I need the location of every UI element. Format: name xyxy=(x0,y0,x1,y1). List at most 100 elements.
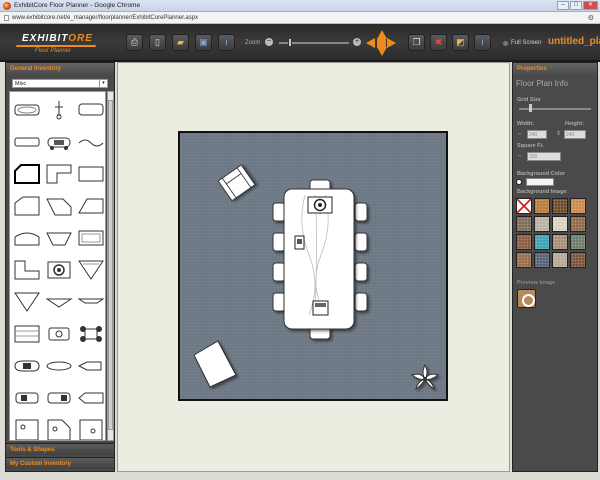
background-tile[interactable] xyxy=(552,252,568,268)
pan-down-arrow-icon[interactable] xyxy=(377,47,387,56)
inventory-item-curved-desk[interactable] xyxy=(12,223,42,253)
inventory-item-booth-corner[interactable] xyxy=(12,159,42,189)
background-tile[interactable] xyxy=(570,234,586,250)
tools-shapes-section[interactable]: Tools & Shapes xyxy=(6,443,114,455)
design-canvas[interactable] xyxy=(117,62,510,472)
chevron-down-icon[interactable]: ▾ xyxy=(99,80,107,87)
print-button[interactable]: ⎙ xyxy=(126,34,143,51)
background-tile[interactable] xyxy=(516,234,532,250)
inventory-item-angled-counter[interactable] xyxy=(44,191,74,221)
inventory-item-boat[interactable] xyxy=(76,383,105,413)
inventory-item-slim-wedge[interactable] xyxy=(76,287,105,317)
inventory-item-wedge[interactable] xyxy=(76,255,105,285)
inventory-item-suv[interactable] xyxy=(12,383,42,413)
inventory-item-atv[interactable] xyxy=(76,319,105,349)
full-screen-icon[interactable] xyxy=(503,41,508,46)
armchair[interactable] xyxy=(217,164,256,202)
url-text[interactable]: www.exhibitcore.net/e_manager/floorplann… xyxy=(12,15,198,21)
background-tile[interactable] xyxy=(552,216,568,232)
inventory-item-bench[interactable] xyxy=(12,127,42,157)
background-tile[interactable] xyxy=(534,252,550,268)
scrollbar-thumb[interactable] xyxy=(108,100,113,430)
full-screen-label[interactable]: Full Screen xyxy=(511,40,541,46)
inventory-item-rope[interactable] xyxy=(76,127,105,157)
inventory-item-chevron-counter[interactable] xyxy=(44,223,74,253)
square-ft-input[interactable]: 320 xyxy=(527,152,561,161)
close-button[interactable]: ✕ xyxy=(583,1,598,10)
background-tile[interactable] xyxy=(570,252,586,268)
zoom-in-button[interactable]: + xyxy=(353,38,361,46)
inventory-scrollbar[interactable] xyxy=(107,91,114,441)
background-tile[interactable] xyxy=(570,216,586,232)
properties-header[interactable]: Properties xyxy=(513,63,597,74)
inventory-item-booth-l[interactable] xyxy=(44,159,74,189)
inventory-item-pickup[interactable] xyxy=(44,383,74,413)
inventory-item-booth-island[interactable] xyxy=(76,415,105,440)
background-color-swatch[interactable] xyxy=(526,178,554,186)
category-select[interactable]: Misc ▾ xyxy=(12,79,108,88)
info-button[interactable]: i xyxy=(474,34,491,51)
delete-button[interactable]: ✖ xyxy=(430,34,447,51)
pan-up-arrow-icon[interactable] xyxy=(377,30,387,39)
preview-image-button[interactable] xyxy=(517,289,536,308)
inventory-item-car[interactable] xyxy=(44,127,74,157)
reception-desk[interactable] xyxy=(193,340,237,388)
pan-left-arrow-icon[interactable] xyxy=(366,38,375,48)
inventory-item-tray[interactable] xyxy=(76,223,105,253)
inventory-item-l-shape[interactable] xyxy=(12,255,42,285)
height-input[interactable]: 240 xyxy=(564,130,586,139)
cart-icon xyxy=(48,327,70,341)
help-button[interactable]: i xyxy=(218,34,235,51)
grid-size-slider-thumb[interactable] xyxy=(529,104,532,112)
info-icon: i xyxy=(481,37,484,47)
open-button[interactable]: ▰ xyxy=(172,34,189,51)
inventory-item-triangle[interactable] xyxy=(12,287,42,317)
minimize-button[interactable]: – xyxy=(557,1,569,10)
general-inventory-header[interactable]: General Inventory xyxy=(6,63,114,74)
inventory-item-cabinet[interactable] xyxy=(12,319,42,349)
background-tile[interactable] xyxy=(516,252,532,268)
inventory-item-cart[interactable] xyxy=(44,319,74,349)
inventory-item-trapezoid[interactable] xyxy=(76,191,105,221)
save-button[interactable]: ▣ xyxy=(195,34,212,51)
no-background-tile[interactable] xyxy=(516,198,532,214)
potted-plant[interactable] xyxy=(410,363,440,391)
inventory-item-panel[interactable] xyxy=(76,159,105,189)
background-tile[interactable] xyxy=(516,216,532,232)
pan-right-arrow-icon[interactable] xyxy=(387,38,396,48)
copy-button[interactable]: ❐ xyxy=(408,34,425,51)
pan-center-icon[interactable] xyxy=(377,39,386,48)
inventory-item-booth-angled[interactable] xyxy=(44,415,74,440)
new-button[interactable]: ▯ xyxy=(149,34,166,51)
layers-button[interactable]: ◩ xyxy=(452,34,469,51)
inventory-item-sports-car[interactable] xyxy=(12,351,42,381)
inventory-item-diamond-counter[interactable] xyxy=(44,287,74,317)
background-tile[interactable] xyxy=(552,234,568,250)
inventory-item-faucet[interactable] xyxy=(44,95,74,125)
width-input[interactable]: 240 xyxy=(527,130,547,139)
inventory-item-angled-wall[interactable] xyxy=(12,191,42,221)
background-tile[interactable] xyxy=(534,216,550,232)
inventory-item-dining-set[interactable] xyxy=(44,255,74,285)
inventory-item-booth-10x10[interactable] xyxy=(12,415,42,440)
maximize-button[interactable]: □ xyxy=(570,1,582,10)
zoom-slider-thumb[interactable] xyxy=(288,38,292,47)
inventory-item-bathtub[interactable] xyxy=(12,95,42,125)
zoom-out-button[interactable]: − xyxy=(265,38,273,46)
tray-icon xyxy=(78,230,104,246)
address-bar[interactable]: www.exhibitcore.net/e_manager/floorplann… xyxy=(0,12,600,24)
background-color-radio[interactable] xyxy=(516,179,522,185)
floor-plan[interactable] xyxy=(178,131,448,401)
background-tile[interactable] xyxy=(534,234,550,250)
inventory-item-motorcycle[interactable] xyxy=(44,351,74,381)
angled-counter-icon xyxy=(46,198,72,216)
background-tile[interactable] xyxy=(534,198,550,214)
inventory-item-counter[interactable] xyxy=(76,95,105,125)
background-tile[interactable] xyxy=(552,198,568,214)
wrench-icon[interactable]: ⚙ xyxy=(588,14,594,22)
background-tile[interactable] xyxy=(570,198,586,214)
custom-inventory-section[interactable]: My Custom Inventory xyxy=(6,457,114,469)
cabinet-icon xyxy=(14,325,40,343)
pan-control[interactable] xyxy=(366,30,396,56)
inventory-item-jet-ski[interactable] xyxy=(76,351,105,381)
